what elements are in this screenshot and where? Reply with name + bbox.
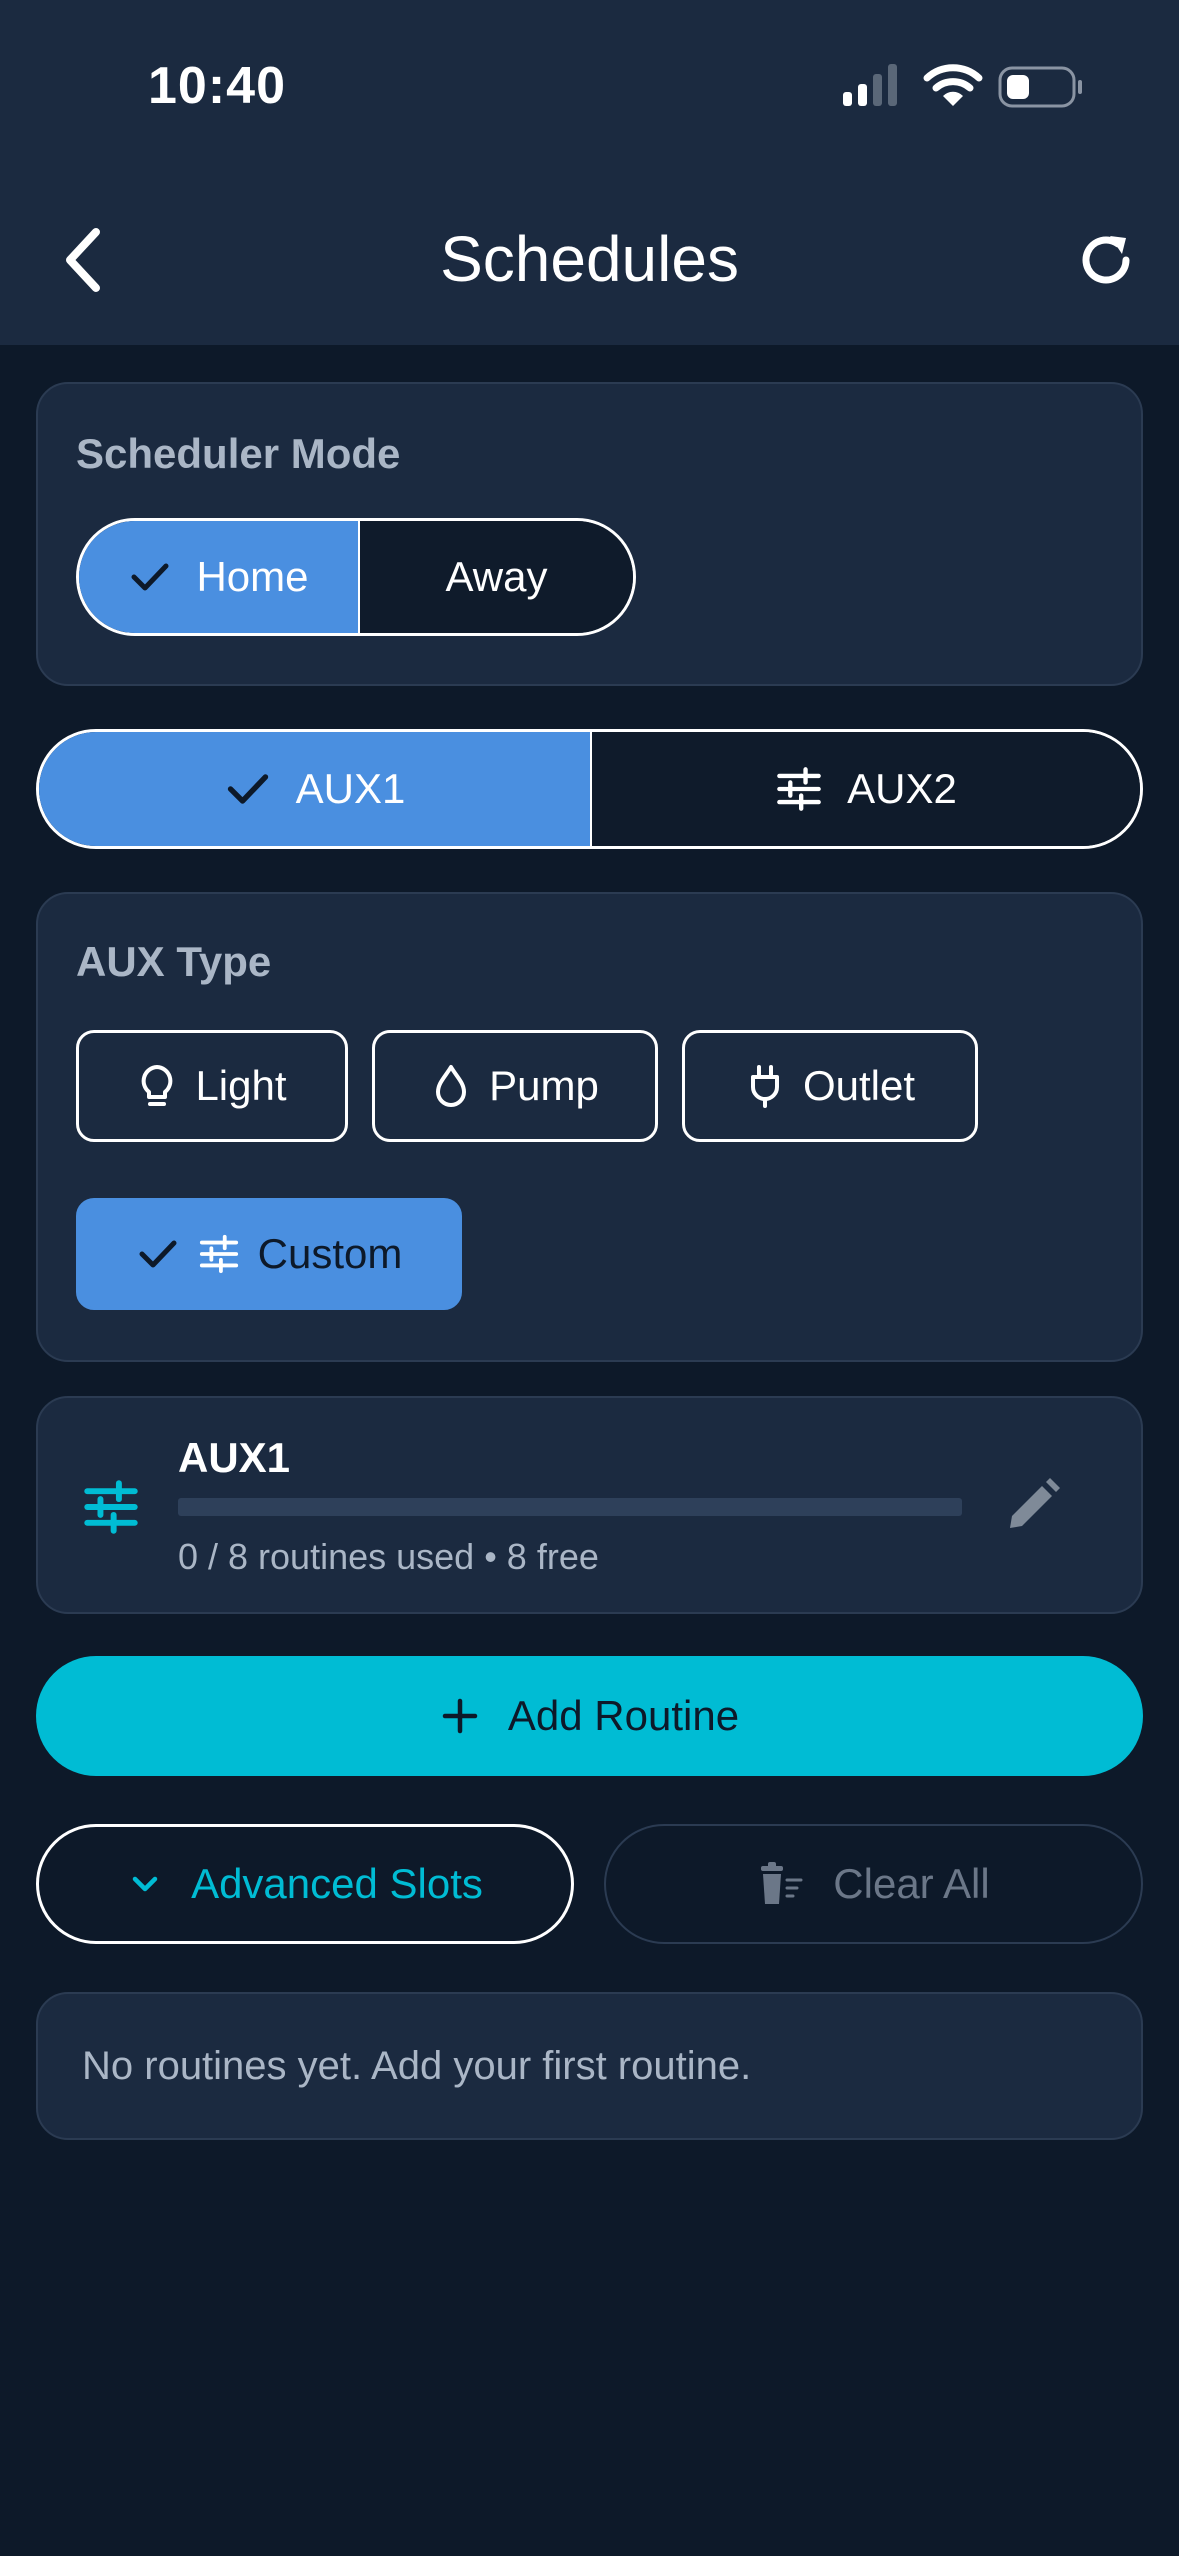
add-routine-label: Add Routine: [507, 1692, 740, 1739]
aux-summary-name: AUX1: [178, 1434, 291, 1481]
check-icon: [131, 563, 169, 591]
clear-all-button[interactable]: Clear All: [604, 1824, 1143, 1944]
water-drop-icon: [436, 1065, 467, 1107]
aux-type-pump-label: Pump: [489, 1062, 599, 1109]
mode-away-label: Away: [445, 553, 548, 600]
status-time: 10:40: [148, 57, 286, 115]
aux-type-label: AUX Type: [76, 938, 272, 985]
app-header: 10:40 Schedules: [0, 0, 1179, 345]
plug-icon: [750, 1065, 779, 1108]
check-icon: [139, 1240, 177, 1268]
tab-aux2[interactable]: AUX2: [592, 732, 1140, 846]
cellular-signal-icon: [843, 64, 897, 106]
aux-type-outlet-chip[interactable]: Outlet: [682, 1030, 978, 1142]
mode-home-option[interactable]: Home: [79, 521, 358, 633]
mode-away-option[interactable]: Away: [360, 521, 633, 633]
scheduler-mode-label: Scheduler Mode: [76, 430, 401, 477]
lightbulb-icon: [142, 1065, 173, 1106]
tab-aux1[interactable]: AUX1: [39, 732, 590, 846]
tab-aux2-label: AUX2: [847, 765, 957, 812]
refresh-icon: [1082, 236, 1130, 284]
page-title: Schedules: [440, 223, 739, 295]
battery-icon: [998, 66, 1082, 108]
tab-aux1-label: AUX1: [295, 765, 406, 812]
sliders-icon: [84, 1480, 138, 1534]
aux-type-light-chip[interactable]: Light: [76, 1030, 348, 1142]
plus-icon: [442, 1698, 478, 1734]
mode-home-label: Home: [196, 553, 309, 600]
empty-state-card: No routines yet. Add your first routine.: [36, 1992, 1143, 2140]
sliders-icon: [199, 1234, 238, 1274]
edit-button[interactable]: [1000, 1474, 1064, 1538]
routine-usage-bar: [178, 1498, 962, 1516]
aux-summary-card: AUX1 0 / 8 routines used • 8 free: [36, 1396, 1143, 1614]
advanced-slots-button[interactable]: Advanced Slots: [36, 1824, 574, 1944]
aux-type-light-label: Light: [195, 1062, 287, 1109]
aux-type-card: AUX Type Light Pump Outlet Custom: [36, 892, 1143, 1362]
aux-type-custom-label: Custom: [257, 1230, 403, 1277]
aux-tabs: AUX1 AUX2: [36, 729, 1143, 849]
wifi-icon: [923, 64, 983, 106]
status-icons: [843, 62, 1083, 112]
routine-usage-text: 0 / 8 routines used • 8 free: [178, 1536, 599, 1577]
trash-icon: [761, 1862, 803, 1904]
chevron-down-icon: [132, 1876, 158, 1892]
scheduler-mode-card: Scheduler Mode Home Away: [36, 382, 1143, 686]
aux-type-pump-chip[interactable]: Pump: [372, 1030, 658, 1142]
advanced-slots-label: Advanced Slots: [191, 1860, 483, 1907]
clear-all-label: Clear All: [833, 1860, 990, 1907]
sliders-icon: [777, 767, 821, 811]
pencil-icon: [1010, 1478, 1060, 1528]
refresh-button[interactable]: [1076, 230, 1136, 290]
aux-type-outlet-label: Outlet: [802, 1062, 916, 1109]
empty-state-text: No routines yet. Add your first routine.: [82, 2044, 752, 2088]
add-routine-button[interactable]: Add Routine: [36, 1656, 1143, 1776]
aux-type-custom-chip[interactable]: Custom: [76, 1198, 462, 1310]
scheduler-mode-toggle: Home Away: [76, 518, 636, 636]
check-icon: [227, 774, 268, 804]
